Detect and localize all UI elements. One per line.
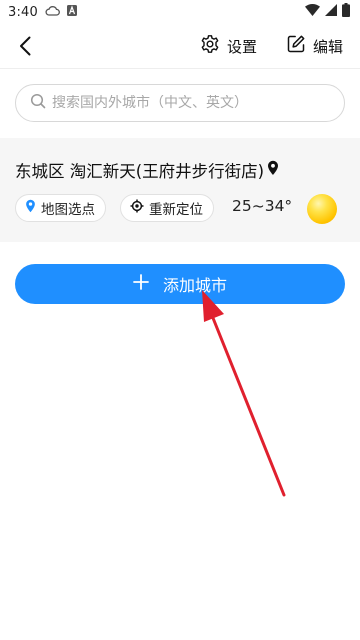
status-time: 3:40 [8, 4, 38, 20]
search-icon [30, 93, 46, 113]
plus-icon [133, 274, 149, 294]
map-pick-button[interactable]: 地图选点 [15, 194, 106, 222]
current-location-card[interactable]: 东城区 淘汇新天(王府井步行街店) 地图选点 重新定位 25~34° [0, 138, 360, 242]
header-divider [0, 68, 360, 69]
location-pin-icon [267, 160, 279, 180]
map-pin-icon [25, 199, 36, 217]
edit-button[interactable]: 编辑 [286, 34, 343, 58]
relocate-label: 重新定位 [149, 202, 203, 218]
status-right [305, 3, 350, 21]
search-input[interactable] [52, 95, 322, 111]
map-pick-label: 地图选点 [41, 202, 95, 218]
sun-icon [307, 194, 337, 224]
status-bar: 3:40 [0, 0, 360, 24]
add-city-button[interactable]: 添加城市 [15, 264, 345, 304]
settings-button[interactable]: 设置 [200, 34, 257, 58]
location-name: 东城区 淘汇新天(王府井步行街店) [15, 162, 265, 181]
battery-icon [342, 3, 350, 21]
edit-label: 编辑 [313, 37, 344, 56]
header: 设置 编辑 [0, 24, 360, 68]
add-city-label: 添加城市 [162, 276, 227, 295]
settings-label: 设置 [227, 37, 258, 56]
cloud-icon [45, 5, 60, 20]
temperature-range: 25~34° [232, 197, 293, 215]
back-arrow-icon [20, 36, 31, 56]
page: 3:40 设置 编辑 搜索国内外城市（中文、英文） 东城区 淘汇新天(王府井步行… [0, 0, 360, 640]
signal-icon [325, 4, 337, 20]
edit-pen-icon [286, 34, 306, 58]
status-left: 3:40 [8, 4, 77, 20]
location-title: 东城区 淘汇新天(王府井步行街店) [15, 158, 279, 182]
wifi-icon [305, 4, 320, 20]
gear-icon [200, 34, 220, 58]
search-box[interactable] [15, 84, 345, 122]
locate-target-icon [130, 199, 144, 217]
relocate-button[interactable]: 重新定位 [120, 194, 214, 222]
keyboard-a-icon [67, 4, 77, 20]
back-button[interactable] [14, 34, 38, 58]
